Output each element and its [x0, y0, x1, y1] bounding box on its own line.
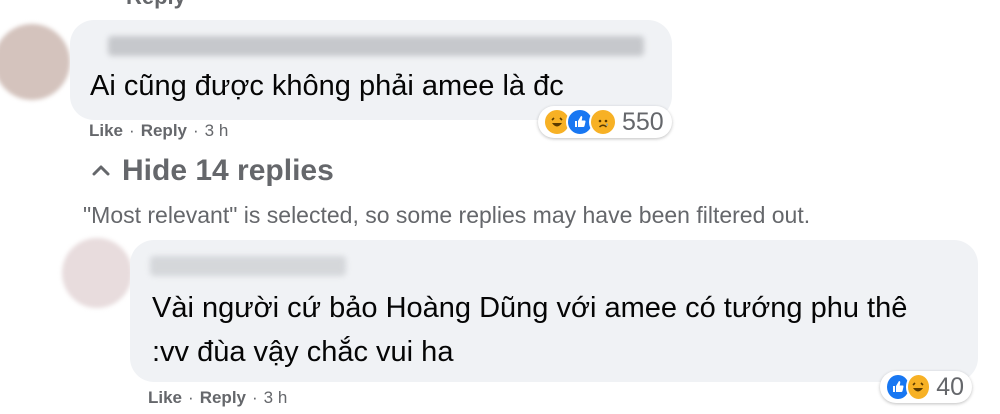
- reply-link-top[interactable]: Reply: [126, 0, 186, 10]
- separator-dot: ·: [129, 121, 135, 140]
- filter-notice: "Most relevant" is selected, so some rep…: [83, 202, 811, 228]
- hide-replies-label: Hide 14 replies: [122, 154, 334, 187]
- author-name-blurred[interactable]: [150, 256, 346, 276]
- sad-icon: [589, 108, 617, 136]
- reaction-count: 550: [622, 107, 664, 136]
- comment-text: Ai cũng được không phải amee là đc: [90, 70, 564, 102]
- reaction-summary[interactable]: 40: [880, 371, 972, 403]
- comment-text: Vài người cứ bảo Hoàng Dũng với amee có …: [152, 292, 908, 368]
- haha-icon: [905, 373, 932, 401]
- separator-dot: ·: [188, 388, 194, 407]
- comment-actions: Like · Reply · 3 h: [148, 388, 287, 408]
- timestamp[interactable]: 3 h: [205, 121, 229, 141]
- avatar[interactable]: [0, 24, 70, 100]
- avatar[interactable]: [62, 238, 132, 308]
- like-button[interactable]: Like: [89, 121, 123, 141]
- reply-button[interactable]: Reply: [200, 388, 246, 408]
- timestamp[interactable]: 3 h: [264, 388, 288, 408]
- reaction-count: 40: [936, 372, 964, 401]
- like-button[interactable]: Like: [148, 388, 182, 408]
- separator-dot: ·: [193, 121, 199, 140]
- separator-dot: ·: [252, 388, 258, 407]
- hide-replies-button[interactable]: Hide 14 replies: [92, 154, 334, 188]
- reply-button[interactable]: Reply: [141, 121, 187, 141]
- reaction-summary[interactable]: 550: [538, 106, 672, 138]
- chevron-up-icon: [92, 156, 110, 182]
- author-name-blurred[interactable]: [108, 36, 644, 56]
- comment-actions: Like · Reply · 3 h: [89, 121, 228, 141]
